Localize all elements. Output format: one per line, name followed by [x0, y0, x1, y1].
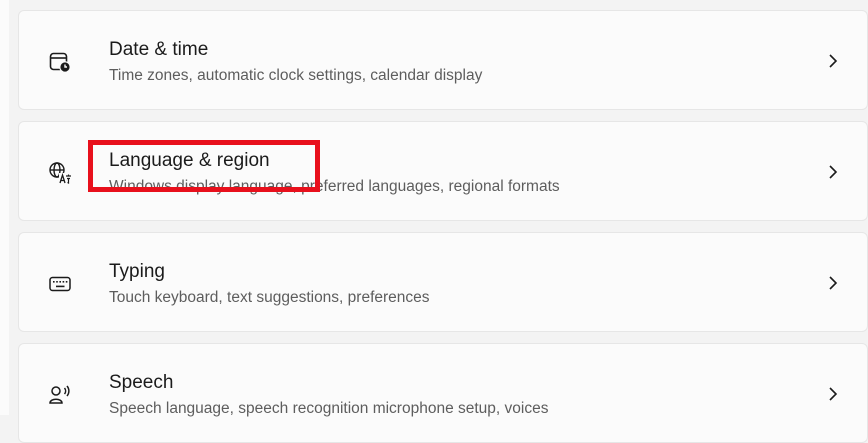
setting-title: Speech — [109, 372, 174, 393]
chevron-right-icon — [829, 276, 838, 290]
setting-title: Language & region — [109, 150, 270, 171]
setting-card-language-region[interactable]: Language & region Windows display langua… — [18, 121, 868, 221]
speech-icon — [47, 382, 73, 408]
chevron-right-icon — [829, 165, 838, 179]
language-icon — [47, 160, 73, 186]
setting-description: Windows display language, preferred lang… — [109, 178, 560, 195]
setting-title: Typing — [109, 261, 165, 282]
setting-card-date-time[interactable]: Date & time Time zones, automatic clock … — [18, 10, 868, 110]
setting-card-speech[interactable]: Speech Speech language, speech recogniti… — [18, 343, 868, 443]
setting-card-typing[interactable]: Typing Touch keyboard, text suggestions,… — [18, 232, 868, 332]
chevron-right-icon — [829, 387, 838, 401]
left-panel-edge — [0, 0, 9, 415]
calendar-clock-icon — [47, 49, 73, 75]
keyboard-icon — [47, 271, 73, 297]
setting-description: Speech language, speech recognition micr… — [109, 400, 549, 417]
chevron-right-icon — [829, 54, 838, 68]
setting-description: Time zones, automatic clock settings, ca… — [109, 67, 483, 84]
setting-title: Date & time — [109, 39, 209, 60]
setting-description: Touch keyboard, text suggestions, prefer… — [109, 289, 430, 306]
